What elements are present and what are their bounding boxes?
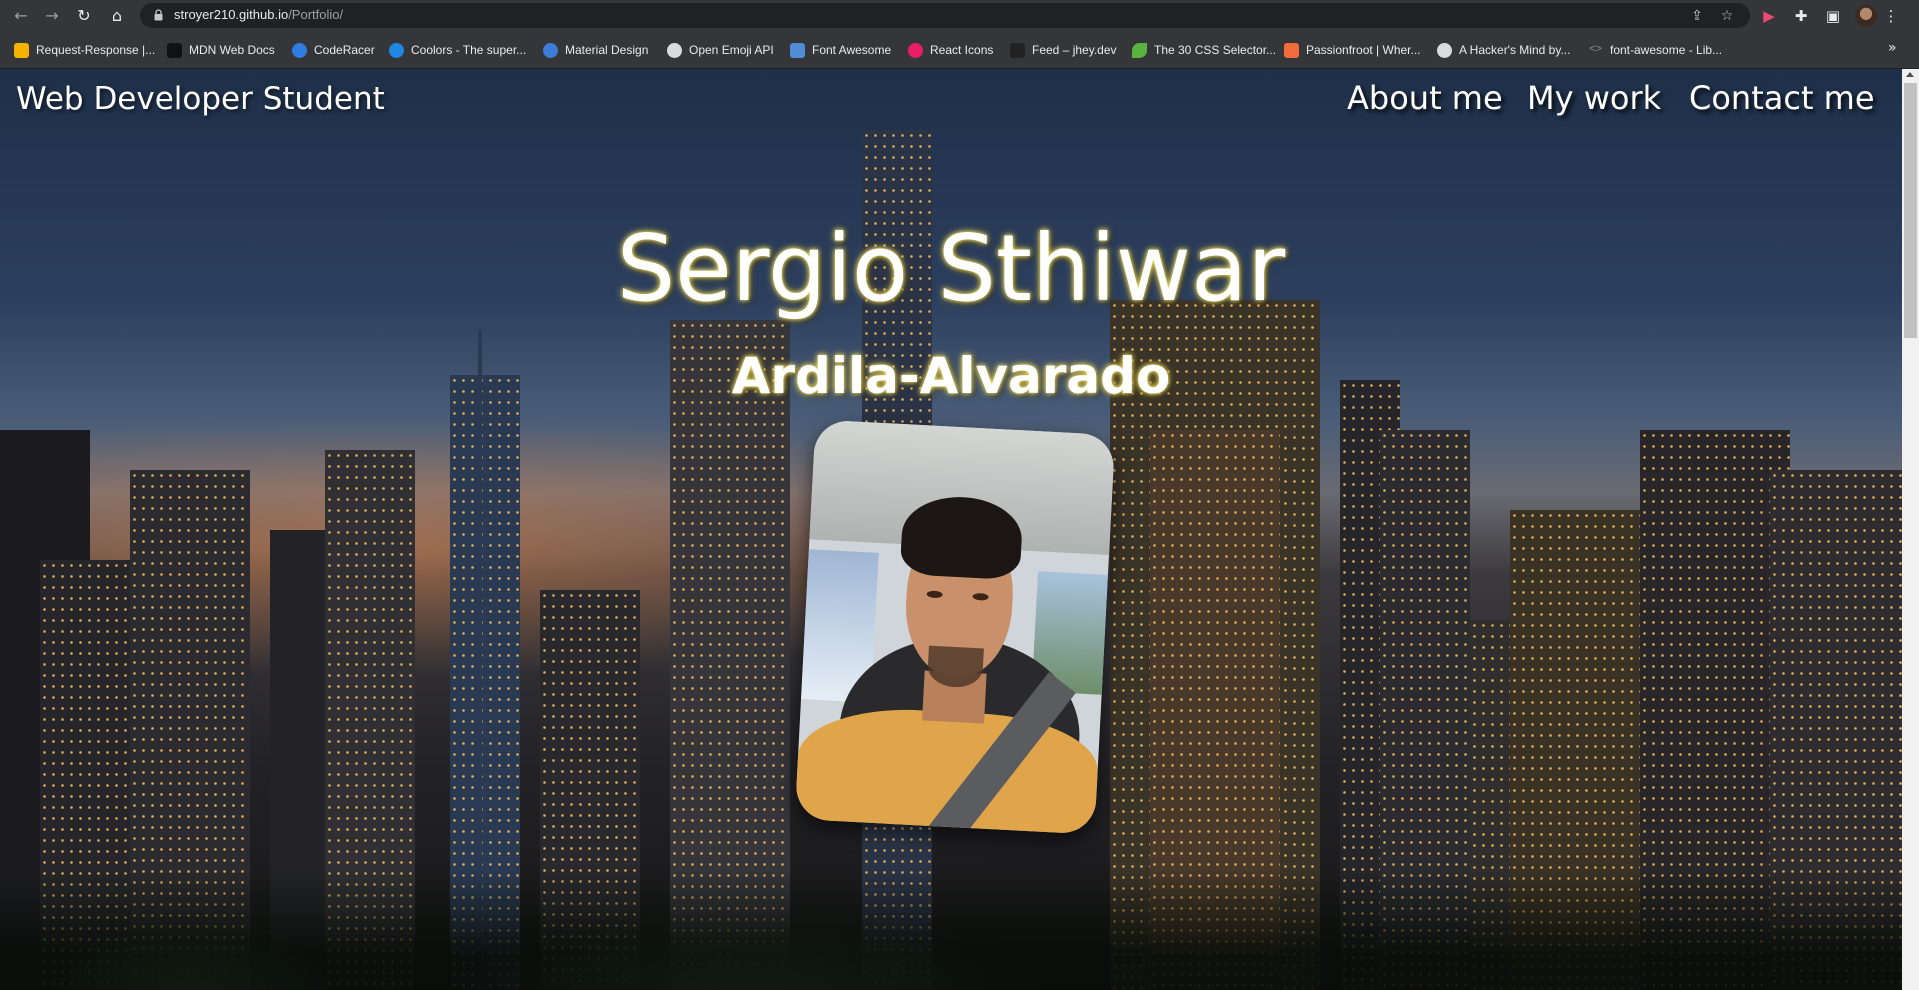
bookmark-label: MDN Web Docs	[189, 43, 275, 57]
back-icon[interactable]: ←	[10, 5, 32, 27]
bookmarks-bar: Request-Response |... MDN Web Docs CodeR…	[0, 31, 1919, 69]
bookmark-item[interactable]: Request-Response |...	[14, 41, 155, 59]
puzzle-icon[interactable]: ✚	[1790, 5, 1812, 27]
bookmark-label: Coolors - The super...	[411, 43, 527, 57]
site-title[interactable]: Web Developer Student	[16, 81, 385, 117]
star-icon[interactable]: ☆	[1718, 7, 1736, 25]
bookmarks-overflow-icon[interactable]: »	[1888, 40, 1897, 56]
hero-name: Sergio Sthiwar	[616, 215, 1286, 322]
reload-icon[interactable]: ↻	[73, 5, 95, 27]
hero-surname: Ardila-Alvarado	[731, 347, 1171, 405]
bookmark-label: Request-Response |...	[36, 43, 156, 57]
page-scrollbar[interactable]	[1902, 69, 1919, 990]
page-viewport: Web Developer Student About me My work C…	[0, 69, 1902, 990]
address-bar[interactable]: stroyer210.github.io/Portfolio/ ⇪ ☆	[140, 3, 1750, 28]
bookmark-item[interactable]: Material Design	[543, 41, 648, 59]
bookmark-label: A Hacker's Mind by...	[1459, 43, 1571, 57]
bookmark-item[interactable]: CodeRacer	[292, 41, 375, 59]
bookmark-favicon-icon	[790, 42, 805, 58]
bookmark-item[interactable]: A Hacker's Mind by...	[1437, 41, 1570, 59]
bookmark-item[interactable]: Open Emoji API	[667, 41, 774, 59]
bookmark-favicon-icon	[908, 42, 923, 58]
bookmark-favicon-icon	[389, 42, 404, 58]
nav-about-me[interactable]: About me	[1347, 79, 1503, 117]
bookmark-item[interactable]: Coolors - The super...	[389, 41, 526, 59]
extension-icon[interactable]: ▶	[1758, 5, 1780, 27]
nav-my-work[interactable]: My work	[1527, 79, 1661, 117]
bookmark-favicon-icon	[1437, 42, 1452, 58]
bookmark-favicon-icon	[292, 42, 307, 58]
bookmark-item[interactable]: React Icons	[908, 41, 993, 59]
bookmark-favicon-icon	[167, 42, 182, 58]
scroll-up-icon[interactable]	[1906, 72, 1914, 77]
bookmark-label: CodeRacer	[314, 43, 375, 57]
bookmark-favicon-icon	[1132, 42, 1147, 58]
nav-contact-me[interactable]: Contact me	[1689, 79, 1875, 117]
bookmark-favicon-icon	[1284, 42, 1299, 58]
bookmark-label: Font Awesome	[812, 43, 892, 57]
bookmark-item[interactable]: Font Awesome	[790, 41, 891, 59]
side-panel-icon[interactable]: ▣	[1822, 5, 1844, 27]
bookmark-favicon-icon	[14, 42, 29, 58]
profile-photo	[794, 419, 1116, 835]
bookmark-item[interactable]: Passionfroot | Wher...	[1284, 41, 1421, 59]
menu-icon[interactable]: ⋮	[1880, 5, 1902, 27]
browser-toolbar: ← → ↻ ⌂ stroyer210.github.io/Portfolio/ …	[0, 0, 1919, 31]
share-icon[interactable]: ⇪	[1688, 7, 1706, 25]
bookmark-label: The 30 CSS Selector...	[1154, 43, 1277, 57]
bookmark-favicon-icon	[543, 42, 558, 58]
bookmark-favicon-icon	[667, 42, 682, 58]
home-icon[interactable]: ⌂	[106, 5, 128, 27]
bookmark-item[interactable]: <> font-awesome - Lib...	[1588, 41, 1722, 59]
bookmark-label: React Icons	[930, 43, 994, 57]
bookmark-item[interactable]: Feed – jhey.dev	[1010, 41, 1117, 59]
bookmark-label: Material Design	[565, 43, 649, 57]
scrollbar-thumb[interactable]	[1904, 83, 1917, 338]
bookmark-favicon-icon: <>	[1589, 42, 1602, 55]
bookmark-favicon-icon	[1010, 42, 1025, 58]
bookmark-label: font-awesome - Lib...	[1610, 43, 1723, 57]
forward-icon[interactable]: →	[41, 5, 63, 27]
bookmark-item[interactable]: MDN Web Docs	[167, 41, 275, 59]
bookmark-label: Passionfroot | Wher...	[1306, 43, 1421, 57]
bookmark-label: Feed – jhey.dev	[1032, 43, 1117, 57]
url-text: stroyer210.github.io/Portfolio/	[174, 7, 344, 22]
bookmark-label: Open Emoji API	[689, 43, 774, 57]
lock-icon	[154, 9, 163, 21]
bookmark-item[interactable]: The 30 CSS Selector...	[1132, 41, 1276, 59]
profile-avatar[interactable]	[1855, 5, 1877, 27]
